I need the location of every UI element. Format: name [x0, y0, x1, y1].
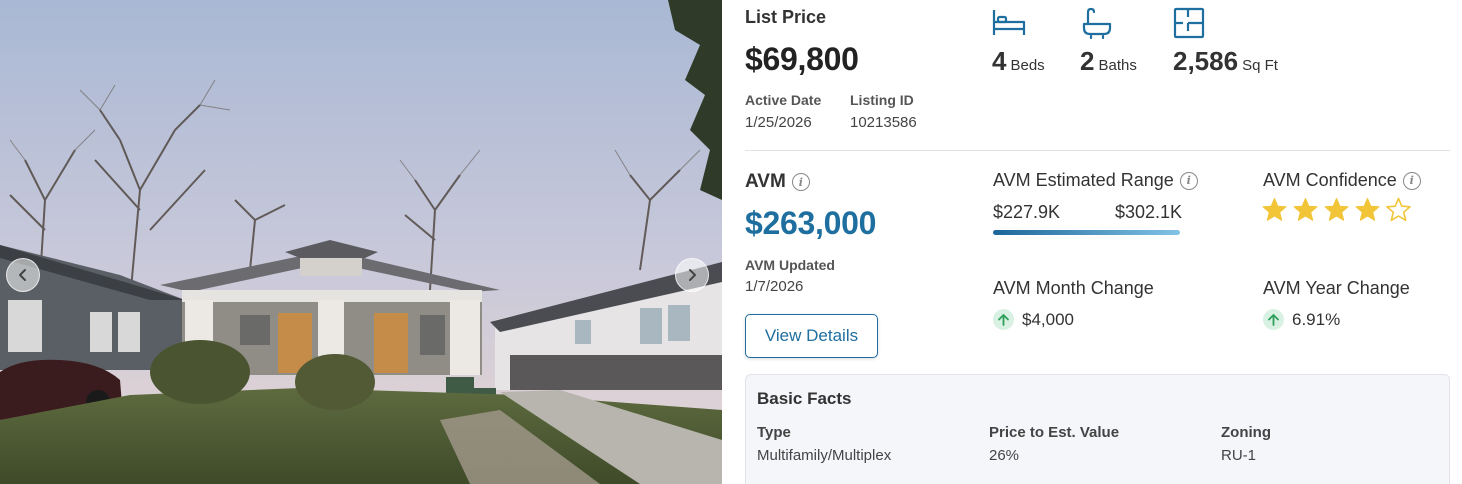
avm-updated-value: 1/7/2026 [745, 278, 804, 295]
section-divider [745, 150, 1450, 151]
listing-id-value: 10213586 [850, 114, 917, 131]
star-filled-icon [1293, 198, 1318, 221]
list-price-label: List Price [745, 7, 827, 27]
star-empty-icon [1386, 197, 1411, 222]
gallery-prev-button[interactable] [6, 258, 40, 292]
beds-spec: 4 Beds [992, 46, 1045, 77]
gallery-next-button[interactable] [675, 258, 709, 292]
basic-facts-card: Basic Facts Type Multifamily/Multiplex P… [745, 374, 1450, 484]
avm-month-change-value: $4,000 [1022, 309, 1074, 329]
beds-value: 4 [992, 46, 1007, 76]
avm-title: AVM i [745, 171, 810, 193]
baths-spec: 2 Baths [1080, 46, 1137, 77]
floorplan-icon [1173, 7, 1207, 44]
avm-value: $263,000 [745, 205, 877, 241]
star-filled-icon [1324, 198, 1349, 221]
sqft-value: 2,586 [1173, 46, 1239, 76]
avm-year-change-title: AVM Year Change [1263, 278, 1410, 298]
active-date-label: Active Date [745, 92, 822, 108]
fact-type-label: Type [757, 424, 791, 441]
chevron-right-icon [689, 269, 696, 281]
sqft-spec: 2,586 Sq Ft [1173, 46, 1278, 77]
listing-id-label: Listing ID [850, 92, 914, 108]
fact-price-to-value-value: 26% [989, 447, 1020, 464]
star-filled-icon [1355, 198, 1380, 221]
avm-range-title-label: AVM Estimated Range [993, 170, 1174, 190]
baths-value: 2 [1080, 46, 1095, 76]
basic-facts-title: Basic Facts [757, 389, 852, 408]
avm-range-high: $302.1K [1115, 202, 1183, 222]
bathtub-icon [1080, 7, 1114, 44]
avm-range-low: $227.9K [993, 202, 1061, 222]
view-details-button[interactable]: View Details [745, 314, 878, 358]
avm-confidence-stars [1261, 197, 1412, 223]
beds-unit: Beds [1010, 57, 1045, 74]
avm-title-label: AVM [745, 171, 786, 192]
avm-month-change-title: AVM Month Change [993, 278, 1154, 298]
fact-zoning-value: RU-1 [1221, 447, 1257, 464]
avm-month-change: $4,000 [993, 309, 1074, 330]
avm-confidence-title-label: AVM Confidence [1263, 170, 1397, 190]
avm-year-change-value: 6.91% [1292, 309, 1341, 329]
listing-details-panel: List Price $69,800 Active Date 1/25/2026… [745, 0, 1450, 484]
avm-info-icon[interactable]: i [791, 173, 810, 191]
avm-range-bar [993, 230, 1180, 235]
house-photo-image [0, 0, 722, 484]
fact-zoning-label: Zoning [1221, 424, 1271, 441]
avm-updated-label: AVM Updated [745, 257, 835, 273]
arrow-up-icon [993, 309, 1014, 330]
avm-confidence-info-icon[interactable]: i [1402, 171, 1421, 190]
fact-type-value: Multifamily/Multiplex [757, 447, 892, 464]
fact-price-to-value-label: Price to Est. Value [989, 424, 1120, 441]
arrow-up-icon [1263, 309, 1284, 330]
baths-unit: Baths [1098, 57, 1137, 74]
sqft-unit: Sq Ft [1242, 57, 1278, 74]
chevron-left-icon [19, 269, 26, 281]
active-date-value: 1/25/2026 [745, 114, 812, 131]
list-price-value: $69,800 [745, 41, 859, 77]
avm-range-title: AVM Estimated Range i [993, 170, 1198, 191]
star-filled-icon [1262, 198, 1287, 221]
avm-confidence-title: AVM Confidence i [1263, 170, 1421, 191]
property-photo[interactable] [0, 0, 722, 484]
avm-year-change: 6.91% [1263, 309, 1340, 330]
avm-range-info-icon[interactable]: i [1179, 171, 1198, 190]
bed-icon [992, 7, 1026, 44]
